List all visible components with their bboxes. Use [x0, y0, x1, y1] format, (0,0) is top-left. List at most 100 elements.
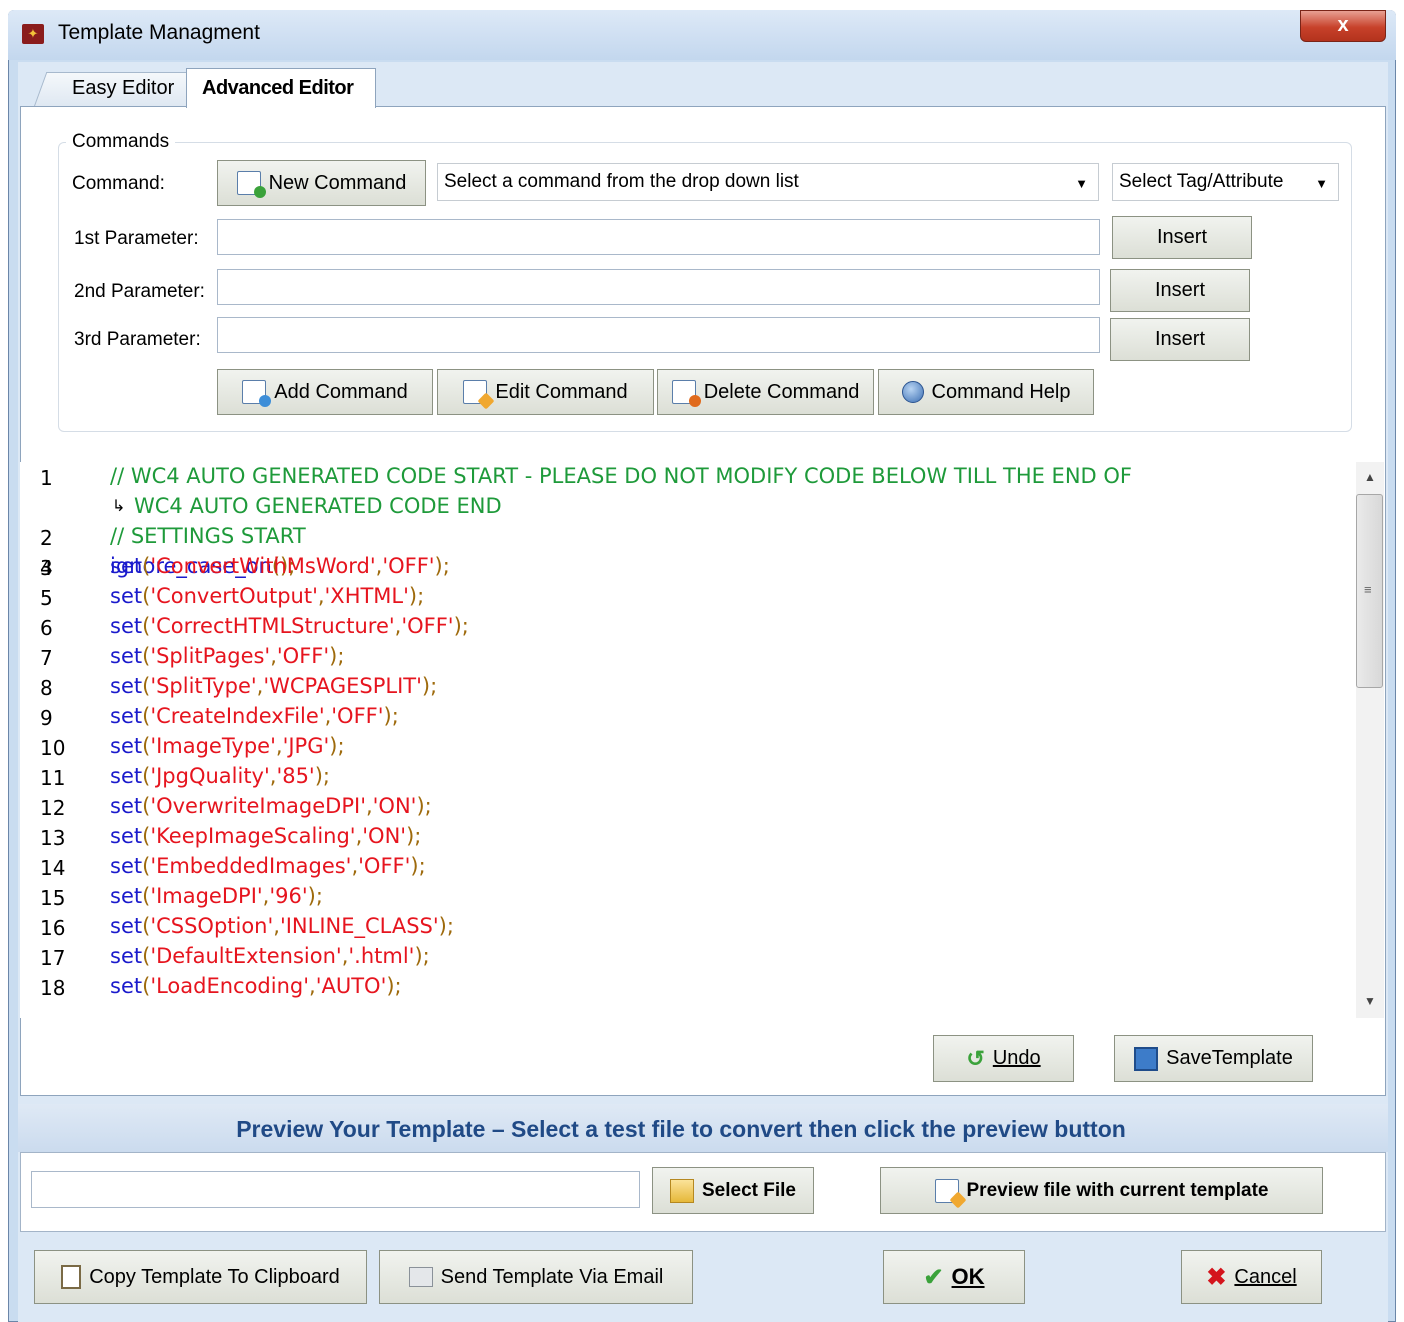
punctuation: ); — [453, 614, 469, 638]
setting-key: 'ConvertWithMsWord' — [150, 554, 376, 578]
new-command-button[interactable]: New Command — [217, 160, 426, 206]
param2-label: 2nd Parameter: — [74, 281, 205, 302]
setting-key: 'ConvertOutput' — [150, 584, 318, 608]
line-number: 17 — [40, 946, 66, 970]
punctuation: , — [273, 914, 280, 938]
line-number: 1 — [40, 466, 53, 490]
scroll-down-icon[interactable]: ▼ — [1356, 994, 1384, 1008]
line-number: 14 — [40, 856, 66, 880]
select-file-button[interactable]: Select File — [652, 1167, 814, 1214]
setting-key: 'EmbeddedImages' — [150, 854, 352, 878]
insert-label: Insert — [1154, 328, 1206, 350]
delete-command-button[interactable]: Delete Command — [657, 369, 874, 415]
undo-button[interactable]: ↺ Undo — [933, 1035, 1074, 1082]
command-select[interactable]: Select a command from the drop down list… — [437, 163, 1099, 201]
setting-key: 'CreateIndexFile' — [150, 704, 325, 728]
code-line: set('CSSOption','INLINE_CLASS'); — [110, 914, 454, 938]
line-number: 7 — [40, 646, 53, 670]
code-line: set('ConvertOutput','XHTML'); — [110, 584, 424, 608]
window-title: Template Managment — [58, 21, 260, 44]
commands-group-title: Commands — [66, 131, 176, 153]
code-line: set('KeepImageScaling','ON'); — [110, 824, 421, 848]
save-template-label: SaveTemplate — [1166, 1047, 1293, 1069]
code-line: set('CorrectHTMLStructure','OFF'); — [110, 614, 469, 638]
setting-key: 'JpgQuality' — [150, 764, 270, 788]
help-icon — [901, 381, 924, 403]
line-number: 15 — [40, 886, 66, 910]
copy-template-button[interactable]: Copy Template To Clipboard — [34, 1250, 367, 1304]
code-line: set('SplitType','WCPAGESPLIT'); — [110, 674, 437, 698]
setting-value: 'OFF' — [276, 644, 330, 668]
tab-advanced-editor-label[interactable]: Advanced Editor — [202, 77, 354, 100]
send-email-button[interactable]: Send Template Via Email — [379, 1250, 693, 1304]
function-name: set — [110, 944, 143, 968]
command-help-button[interactable]: Command Help — [878, 369, 1094, 415]
add-document-icon — [242, 380, 272, 407]
line-number: 8 — [40, 676, 53, 700]
code-line: set('OverwriteImageDPI','ON'); — [110, 794, 432, 818]
function-name: set — [110, 764, 143, 788]
punctuation: ); — [438, 914, 454, 938]
function-name: set — [110, 884, 143, 908]
setting-value: 'OFF' — [382, 554, 435, 578]
punctuation: ); — [408, 584, 425, 608]
param3-input[interactable] — [217, 317, 1100, 353]
preview-file-button[interactable]: Preview file with current template — [880, 1167, 1323, 1214]
undo-icon: ↺ — [966, 1045, 985, 1071]
scroll-up-icon[interactable]: ▲ — [1356, 470, 1384, 484]
chevron-down-icon: ▼ — [1075, 176, 1088, 191]
line-number: 5 — [40, 586, 53, 610]
add-command-label: Add Command — [274, 380, 408, 403]
tag-attribute-select-value: Select Tag/Attribute — [1119, 171, 1284, 192]
preview-file-input[interactable] — [31, 1171, 640, 1208]
function-name: set — [110, 914, 143, 938]
punctuation: ); — [410, 854, 426, 878]
close-button[interactable]: x — [1300, 10, 1386, 42]
delete-command-label: Delete Command — [703, 380, 860, 403]
insert-param1-button[interactable]: Insert — [1112, 216, 1252, 259]
punctuation: ); — [386, 974, 402, 998]
undo-label: Undo — [992, 1047, 1041, 1069]
line-number: 18 — [40, 976, 66, 1000]
insert-param3-button[interactable]: Insert — [1110, 318, 1250, 361]
email-icon — [408, 1267, 433, 1287]
setting-key: 'DefaultExtension' — [150, 944, 342, 968]
code-line: set('LoadEncoding','AUTO'); — [110, 974, 402, 998]
edit-command-button[interactable]: Edit Command — [437, 369, 654, 415]
setting-value: 'XHTML' — [324, 584, 409, 608]
setting-value: 'JPG' — [282, 734, 330, 758]
param1-input[interactable] — [217, 219, 1100, 255]
ok-button[interactable]: ✔ OK — [883, 1250, 1025, 1304]
tab-easy-editor-label[interactable]: Easy Editor — [72, 77, 176, 100]
code-line: set('CreateIndexFile','OFF'); — [110, 704, 399, 728]
function-name: set — [110, 824, 143, 848]
line-number: 6 — [40, 616, 53, 640]
tag-attribute-select[interactable]: Select Tag/Attribute ▼ — [1112, 163, 1339, 201]
add-command-button[interactable]: Add Command — [217, 369, 433, 415]
punctuation: ); — [421, 674, 438, 698]
line-number: 9 — [40, 706, 53, 730]
code-line-2: // SETTINGS START — [110, 524, 306, 548]
insert-param2-button[interactable]: Insert — [1110, 269, 1250, 312]
setting-key: 'LoadEncoding' — [150, 974, 310, 998]
function-name: set — [110, 794, 143, 818]
code-line: set('SplitPages','OFF'); — [110, 644, 344, 668]
cancel-label: Cancel — [1234, 1265, 1297, 1288]
code-line: set('ImageType','JPG'); — [110, 734, 345, 758]
function-name: set — [110, 614, 143, 638]
punctuation: ); — [329, 644, 345, 668]
code-editor[interactable]: 1 // WC4 AUTO GENERATED CODE START - PLE… — [20, 462, 1382, 1018]
code-line: set('JpgQuality','85'); — [110, 764, 330, 788]
setting-value: '85' — [276, 764, 315, 788]
preview-button-label: Preview file with current template — [966, 1179, 1269, 1201]
param2-input[interactable] — [217, 269, 1100, 305]
setting-key: 'CSSOption' — [150, 914, 274, 938]
folder-icon — [670, 1178, 694, 1203]
setting-key: 'SplitPages' — [150, 644, 271, 668]
punctuation: , — [365, 794, 373, 818]
cancel-button[interactable]: ✖ Cancel — [1181, 1250, 1322, 1304]
line-number: 11 — [40, 766, 66, 790]
new-document-icon — [236, 171, 266, 198]
save-template-button[interactable]: SaveTemplate — [1114, 1035, 1313, 1082]
function-name: set — [110, 974, 143, 998]
